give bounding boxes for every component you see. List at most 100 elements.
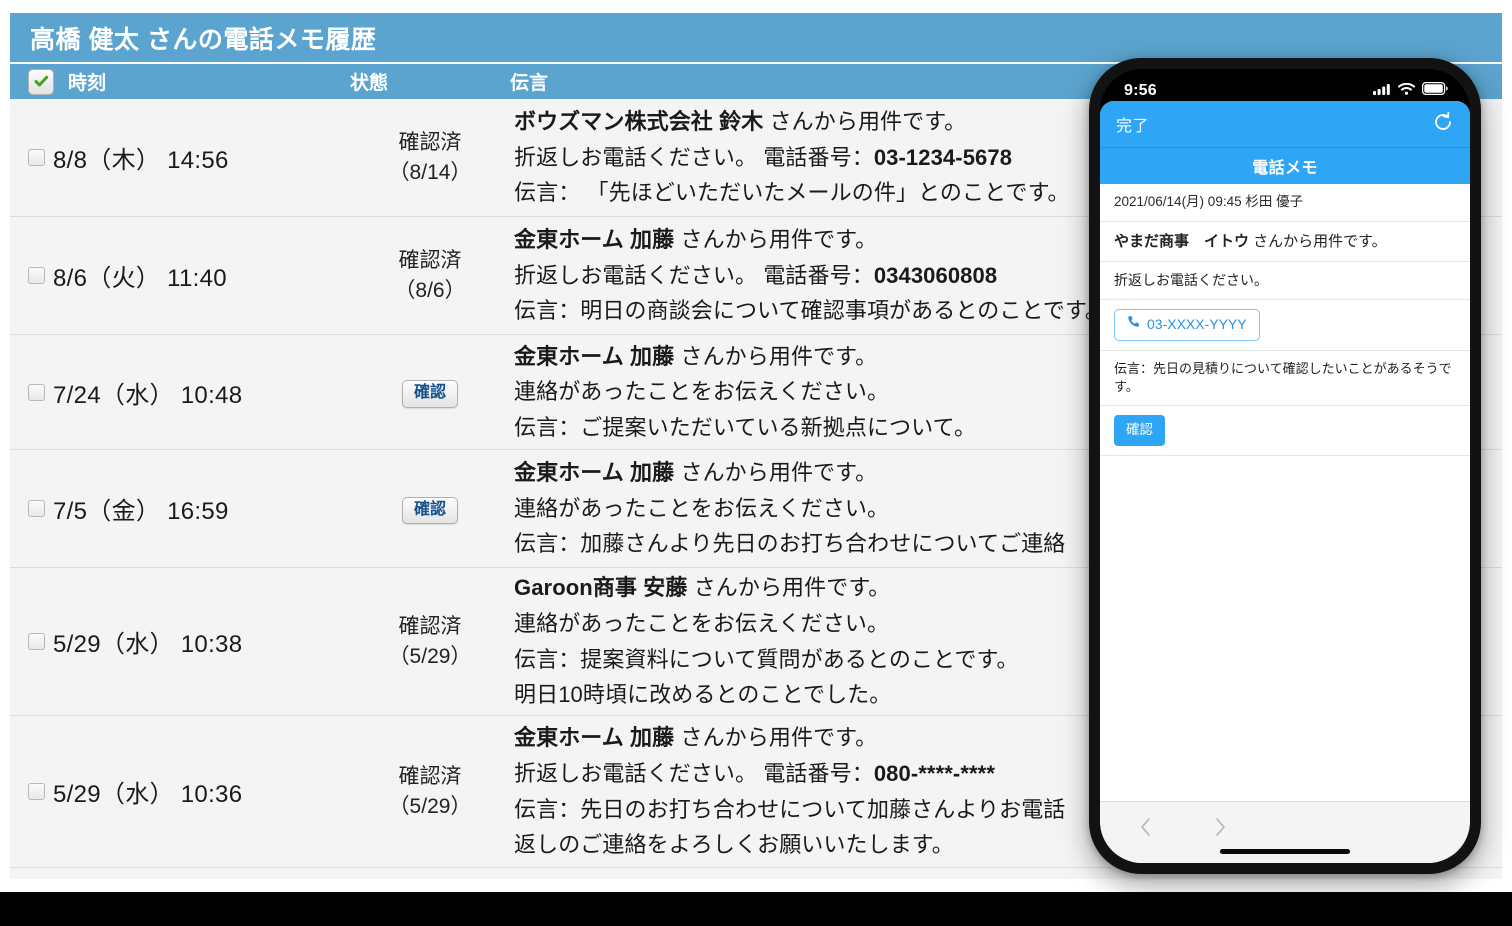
memo-meta: 2021/06/14(月) 09:45 杉田 優子 <box>1100 184 1470 222</box>
row-state-line: （5/29） <box>388 794 472 818</box>
confirm-button[interactable]: 確認 <box>401 380 458 408</box>
message-phone-number: 03-1234-5678 <box>873 144 1013 170</box>
card-title-bar: 高橋 健太 さんの電話メモ履歴 <box>10 13 1502 62</box>
row-timestamp: 8/8（木） 14:56 <box>53 147 229 174</box>
message-caller-name: 金東ホーム 加藤 <box>514 343 675 369</box>
message-text: 伝言：加藤さんより先日のお打ち合わせについてご連絡 <box>514 531 1066 557</box>
status-time: 9:56 <box>1124 82 1157 99</box>
memo-instruction: 折返しお電話ください。 <box>1100 262 1470 301</box>
signal-bars-icon <box>1373 82 1391 100</box>
column-header-time: 時刻 <box>10 68 350 95</box>
message-text: さんから用件です。 <box>674 343 878 369</box>
message-text: 伝言：ご提案いただいている新拠点について。 <box>514 414 977 440</box>
row-state-cell: 確認済 （5/29） <box>350 762 510 822</box>
phone-app-screen: 完了 電話メモ 2021/06/14(月) 09:45 杉田 優子 やまだ商事 … <box>1100 101 1470 863</box>
column-header-time-label: 時刻 <box>68 73 107 94</box>
row-state-line: 確認済 <box>398 130 462 154</box>
memo-confirm-button[interactable]: 確認 <box>1114 415 1165 447</box>
message-text: さんから用件です。 <box>674 227 878 253</box>
page-title: 高橋 健太 さんの電話メモ履歴 <box>30 25 377 54</box>
done-button[interactable]: 完了 <box>1116 112 1149 136</box>
phone-screen-title: 電話メモ <box>1252 160 1318 177</box>
row-state-line: （5/29） <box>388 644 472 668</box>
message-text: さんから用件です。 <box>687 575 891 601</box>
chevron-right-icon[interactable] <box>1212 815 1228 844</box>
row-state-line: 確認済 <box>398 248 462 272</box>
message-phone-number: 0343060808 <box>873 262 998 288</box>
message-phone-number: 080-****-**** <box>873 760 995 786</box>
memo-sender-name: やまだ商事 イトウ <box>1114 232 1250 250</box>
row-state-cell: 確認 <box>350 376 510 408</box>
message-text: さんから用件です。 <box>674 725 878 751</box>
wifi-icon <box>1398 82 1415 100</box>
phone-subtitle-bar: 電話メモ <box>1100 147 1470 184</box>
phone-browser-footer <box>1100 801 1470 863</box>
phone-memo-detail: 2021/06/14(月) 09:45 杉田 優子 やまだ商事 イトウ さんから… <box>1100 184 1470 801</box>
column-header-state: 状態 <box>350 73 389 94</box>
message-text: 明日10時頃に改めるとのことでした。 <box>514 682 892 708</box>
message-caller-name: Garoon商事 安藤 <box>514 575 688 601</box>
status-icons <box>1373 81 1448 100</box>
row-time-cell: 5/29（水） 10:38 <box>10 624 350 659</box>
message-text: 伝言： 「先ほどいただいたメールの件」とのことです。 <box>514 180 1070 206</box>
message-text: 折返しお電話ください。 電話番号： <box>514 760 874 786</box>
row-timestamp: 5/29（水） 10:38 <box>53 631 243 658</box>
row-time-cell: 8/6（火） 11:40 <box>10 258 350 293</box>
row-timestamp: 7/24（水） 10:48 <box>53 381 243 409</box>
row-checkbox[interactable] <box>28 383 45 401</box>
message-text: さんから用件です。 <box>763 109 967 135</box>
row-time-cell: 5/29（水） 10:36 <box>10 774 350 809</box>
row-checkbox[interactable] <box>28 783 45 800</box>
row-timestamp: 8/6（火） 11:40 <box>53 265 227 292</box>
row-state-cell: 確認済 （8/6） <box>350 246 510 306</box>
memo-sender: やまだ商事 イトウ さんから用件です。 <box>1100 222 1470 262</box>
phone-nav-bar: 完了 <box>1100 101 1470 147</box>
battery-icon <box>1421 81 1448 100</box>
phone-icon <box>1127 315 1141 335</box>
message-text: 折返しお電話ください。 電話番号： <box>514 144 874 170</box>
message-caller-name: 金東ホーム 加藤 <box>514 227 675 253</box>
row-time-cell: 7/5（金） 16:59 <box>10 491 350 526</box>
row-state-cell: 確認済 （5/29） <box>350 612 510 672</box>
message-text: 折返しお電話ください。 電話番号： <box>514 262 874 288</box>
select-all-check-icon[interactable] <box>28 68 54 95</box>
phone-screen: 9:56 完了 電話メモ 2021/06/14(月) 09:45 杉田 優子 や… <box>1100 69 1470 863</box>
page-canvas: 高橋 健太 さんの電話メモ履歴 時刻 状態 伝言 8/8（木） 14:56 確認済… <box>0 0 1512 892</box>
message-text: 連絡があったことをお伝えください。 <box>514 495 890 521</box>
phone-number-text: 03-XXXX-YYYY <box>1147 316 1247 333</box>
row-checkbox[interactable] <box>28 500 45 517</box>
message-text: 伝言：提案資料について質問があるとのことです。 <box>514 646 1019 672</box>
row-checkbox[interactable] <box>28 633 45 650</box>
row-state-cell: 確認 <box>350 493 510 525</box>
row-state-line: （8/14） <box>388 160 472 184</box>
memo-sender-suffix: さんから用件です。 <box>1249 232 1387 250</box>
row-state-cell: 確認済 （8/14） <box>350 128 510 188</box>
message-text: さんから用件です。 <box>674 460 878 486</box>
row-state-line: （8/6） <box>394 278 466 302</box>
home-indicator <box>1220 849 1350 854</box>
memo-tel-row: 03-XXXX-YYYY <box>1100 300 1470 352</box>
message-caller-name: 金東ホーム 加藤 <box>514 460 675 486</box>
row-timestamp: 7/5（金） 16:59 <box>53 498 229 525</box>
row-checkbox[interactable] <box>28 267 45 284</box>
row-state-line: 確認済 <box>398 764 462 788</box>
memo-message: 伝言：先日の見積りについて確認したいことがあるそうです。 <box>1100 351 1470 407</box>
phone-mockup: 9:56 完了 電話メモ 2021/06/14(月) 09:45 杉田 優子 や… <box>1089 58 1481 874</box>
confirm-button[interactable]: 確認 <box>401 496 458 525</box>
message-text: 連絡があったことをお伝えください。 <box>514 610 890 636</box>
message-caller-name: 金東ホーム 加藤 <box>514 725 675 751</box>
message-text: 伝言：先日のお打ち合わせについて加藤さんよりお電話 <box>514 796 1066 822</box>
row-time-cell: 8/8（木） 14:56 <box>10 140 350 175</box>
memo-confirm-row: 確認 <box>1100 406 1470 457</box>
row-checkbox[interactable] <box>28 149 45 166</box>
message-text: 返しのご連絡をよろしくお願いいたします。 <box>514 832 954 858</box>
call-phone-number-button[interactable]: 03-XXXX-YYYY <box>1114 309 1260 342</box>
chevron-left-icon[interactable] <box>1138 815 1154 844</box>
refresh-icon[interactable] <box>1432 111 1454 138</box>
screenshot-root: 高橋 健太 さんの電話メモ履歴 時刻 状態 伝言 8/8（木） 14:56 確認済… <box>0 0 1512 926</box>
message-text: 連絡があったことをお伝えください。 <box>514 379 890 405</box>
message-text: 伝言：明日の商談会について確認事項があるとのことです。 <box>514 298 1107 324</box>
row-timestamp: 5/29（水） 10:36 <box>53 781 243 808</box>
row-time-cell: 7/24（水） 10:48 <box>10 375 350 410</box>
row-state-line: 確認済 <box>398 614 462 638</box>
